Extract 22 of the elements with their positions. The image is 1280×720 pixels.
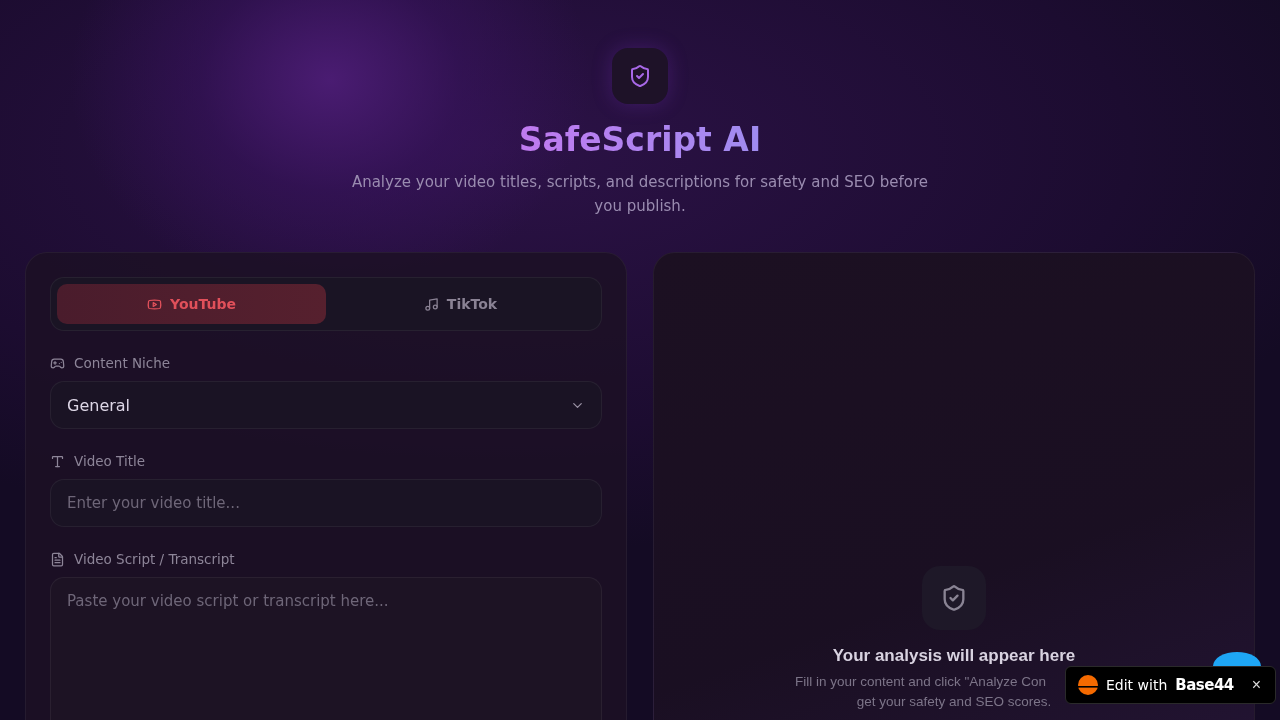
play-icon <box>147 296 163 312</box>
field-label: Content Niche <box>74 355 171 371</box>
field-label: Video Title <box>74 453 146 469</box>
edit-badge[interactable]: Edit with Base44 × <box>1065 666 1277 704</box>
empty-state-text: get your safety and SEO scores. <box>856 693 1052 711</box>
shield-check-icon <box>628 64 652 88</box>
brand-name: Base44 <box>1175 676 1234 694</box>
document-icon <box>50 551 65 567</box>
platform-tab[interactable]: TikTok <box>326 284 595 324</box>
badge-label: Edit with <box>1106 677 1168 693</box>
empty-state-title: Your analysis will appear here <box>832 646 1076 666</box>
title-field[interactable]: Enter your video title... <box>50 479 602 527</box>
niche-select[interactable]: General <box>50 381 602 429</box>
subtitle: Analyze your video titles, scripts, and descriptions for safety and SEO before you publish. <box>350 172 930 217</box>
text-icon <box>50 453 65 469</box>
logo-icon <box>1078 675 1098 695</box>
gamepad-icon <box>50 355 65 371</box>
script-field[interactable]: Paste your video script or transcript here... <box>50 577 602 720</box>
empty-state-text: Fill in your content and click "Analyze Con <box>795 673 1046 691</box>
music-note-icon <box>423 296 439 312</box>
field-label: Video Script / Transcript <box>74 551 235 567</box>
close-button[interactable]: × <box>1251 676 1262 694</box>
